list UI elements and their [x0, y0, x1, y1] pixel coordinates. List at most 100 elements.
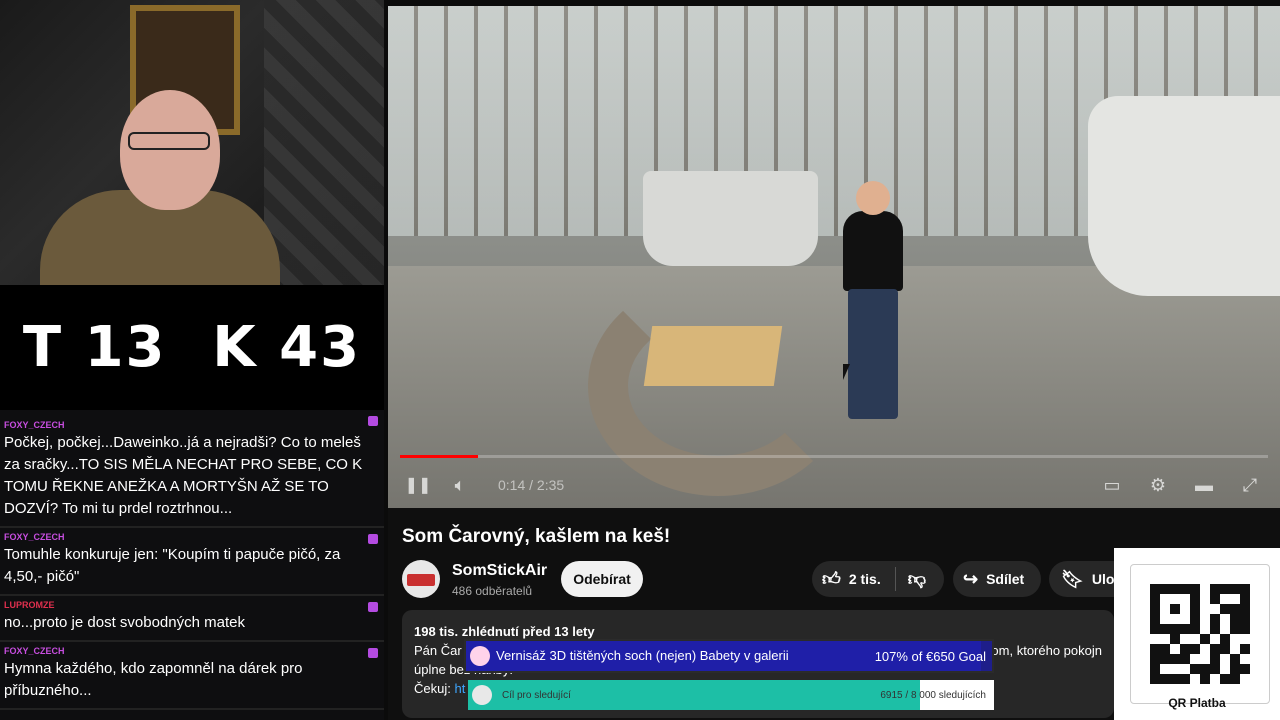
- qr-module: [1160, 674, 1170, 684]
- qr-module: [1200, 594, 1210, 604]
- qr-module: [1220, 654, 1230, 664]
- bookmark-icon: 🔖︎: [1061, 568, 1084, 589]
- boat-hull-left: [643, 171, 818, 266]
- qr-module: [1190, 604, 1200, 614]
- like-count[interactable]: 2 tis.: [849, 571, 881, 587]
- subtitles-icon[interactable]: ▭: [1098, 471, 1126, 499]
- qr-module: [1240, 654, 1250, 664]
- qr-module: [1240, 634, 1250, 644]
- subscribe-button[interactable]: Odebírat: [561, 561, 643, 597]
- qr-module: [1210, 584, 1220, 594]
- qr-module: [1190, 624, 1200, 634]
- skater-shirt: [843, 211, 903, 291]
- qr-module: [1240, 594, 1250, 604]
- channel-avatar[interactable]: [402, 560, 440, 598]
- video-controls: ❚❚ 🔈︎ 0:14 / 2:35 ▭ ⚙ ▬ ⤢: [388, 462, 1280, 508]
- skater-pants: [848, 289, 898, 419]
- qr-module: [1150, 584, 1160, 594]
- acoustic-foam: [264, 0, 384, 285]
- qr-module: [1240, 664, 1250, 674]
- qr-module: [1170, 584, 1180, 594]
- chat-text: no...proto je dost svobodných matek: [4, 614, 245, 631]
- chat-message: FOXY_CZECH Tomuhle konkuruje jen: "Koupí…: [0, 528, 384, 596]
- chat-message: FOXY_CZECH Počkej, počkej...Daweinko..já…: [0, 410, 384, 528]
- fullscreen-icon[interactable]: ⤢: [1236, 471, 1264, 499]
- qr-module: [1160, 634, 1170, 644]
- score-right: K 43: [212, 315, 362, 380]
- skater-head: [856, 181, 890, 215]
- follower-goal-amount: 6915 / 8 000 sledujících: [880, 689, 986, 701]
- dislike-icon[interactable]: 👎︎: [908, 568, 926, 590]
- qr-module: [1180, 674, 1190, 684]
- video-progress-bar[interactable]: [400, 455, 1268, 458]
- qr-module: [1230, 654, 1240, 664]
- qr-module: [1150, 664, 1160, 674]
- qr-module: [1210, 624, 1220, 634]
- volume-icon[interactable]: 🔈︎: [446, 471, 474, 499]
- channel-logo-icon: [407, 574, 435, 586]
- qr-module: [1230, 664, 1240, 674]
- donation-goal-bar: Vernisáž 3D tištěných soch (nejen) Babet…: [464, 639, 994, 673]
- donation-goal-amount: 107% of €650 Goal: [874, 648, 986, 664]
- chat-text: Tomuhle konkuruje jen: "Koupím ti papuče…: [4, 546, 341, 585]
- qr-module: [1160, 664, 1170, 674]
- qr-payment-panel: QR Platba: [1114, 548, 1280, 720]
- qr-module: [1180, 664, 1190, 674]
- qr-module: [1150, 604, 1160, 614]
- qr-module: [1160, 604, 1170, 614]
- settings-icon[interactable]: ⚙: [1144, 471, 1172, 499]
- video-time: 0:14 / 2:35: [498, 477, 565, 493]
- chat-panel: FOXY_CZECH Počkej, počkej...Daweinko..já…: [0, 410, 384, 720]
- qr-module: [1180, 584, 1190, 594]
- channel-name[interactable]: SomStickAir: [452, 562, 547, 580]
- video-player[interactable]: ❚❚ 🔈︎ 0:14 / 2:35 ▭ ⚙ ▬ ⤢: [388, 6, 1280, 508]
- follower-goal-bar: Cíl pro sledující 6915 / 8 000 sledující…: [468, 680, 994, 710]
- qr-module: [1230, 604, 1240, 614]
- qr-module: [1230, 584, 1240, 594]
- description-link[interactable]: ht: [454, 681, 465, 696]
- chat-text: Hymna každého, kdo zapomněl na dárek pro…: [4, 660, 303, 699]
- chat-username: FOXY_CZECH: [4, 420, 65, 430]
- channel-subscribers: 486 odběratelů: [452, 584, 533, 598]
- follower-goal-text: Cíl pro sledující: [502, 689, 571, 701]
- pause-icon[interactable]: ❚❚: [404, 471, 432, 499]
- qr-module: [1200, 604, 1210, 614]
- qr-module: [1150, 624, 1160, 634]
- qr-module: [1210, 614, 1220, 624]
- qr-module: [1210, 664, 1220, 674]
- qr-module: [1150, 654, 1160, 664]
- qr-module: [1160, 584, 1170, 594]
- theater-icon[interactable]: ▬: [1190, 471, 1218, 499]
- qr-module: [1220, 624, 1230, 634]
- chat-username: FOXY_CZECH: [4, 646, 65, 656]
- donation-goal-text: Vernisáž 3D tištěných soch (nejen) Babet…: [496, 648, 789, 663]
- qr-module: [1160, 614, 1170, 624]
- qr-module: [1190, 674, 1200, 684]
- streamer-head: [120, 90, 220, 210]
- share-button[interactable]: ↪ Sdílet: [953, 561, 1041, 597]
- qr-module: [1200, 634, 1210, 644]
- qr-module: [1240, 674, 1250, 684]
- heart-icon: [470, 646, 490, 666]
- video-title: Som Čarovný, kašlem na keš!: [402, 526, 671, 547]
- share-label: Sdílet: [986, 571, 1025, 587]
- subscriber-badge-icon: [368, 416, 378, 426]
- qr-module: [1150, 614, 1160, 624]
- webcam-feed: [0, 0, 384, 285]
- like-icon[interactable]: 👍︎: [822, 568, 841, 590]
- qr-module: [1230, 614, 1240, 624]
- qr-module: [1160, 644, 1170, 654]
- qr-module: [1180, 604, 1190, 614]
- qr-module: [1220, 664, 1230, 674]
- qr-module: [1240, 584, 1250, 594]
- qr-module: [1150, 674, 1160, 684]
- qr-module: [1210, 644, 1220, 654]
- score-left: T 13: [22, 315, 167, 380]
- qr-module: [1240, 614, 1250, 624]
- chat-username: FOXY_CZECH: [4, 532, 65, 542]
- qr-module: [1220, 644, 1230, 654]
- qr-module: [1210, 674, 1220, 684]
- qr-module: [1200, 584, 1210, 594]
- chat-message: FOXY_CZECH Hymna každého, kdo zapomněl n…: [0, 642, 384, 710]
- qr-module: [1190, 664, 1200, 674]
